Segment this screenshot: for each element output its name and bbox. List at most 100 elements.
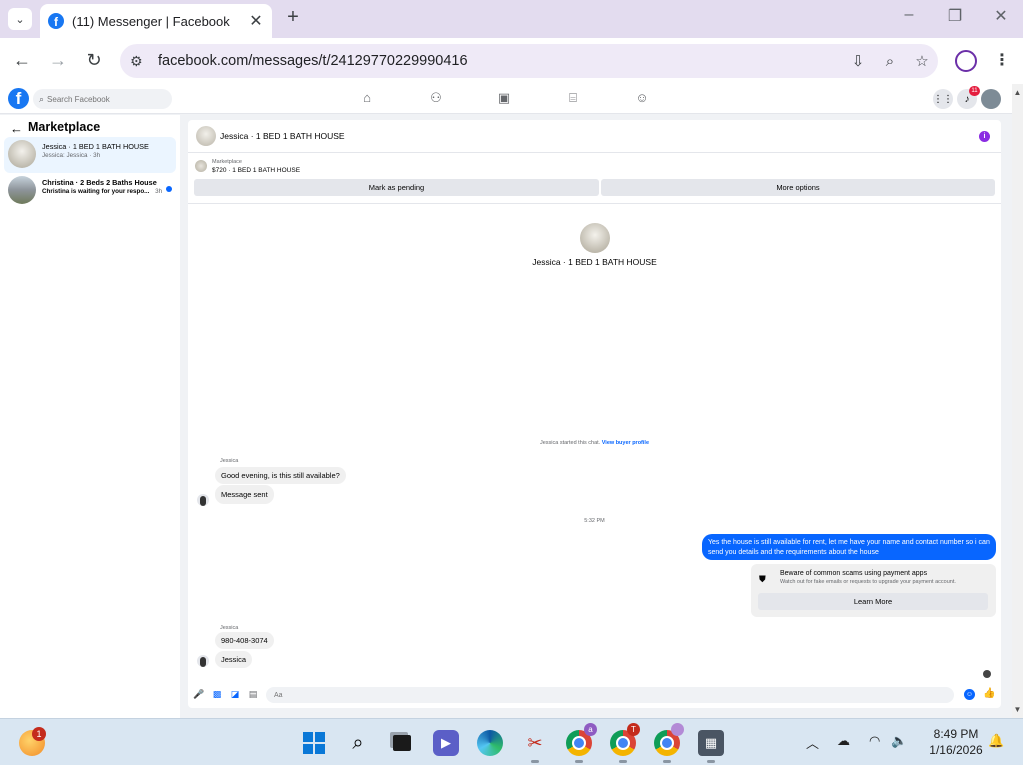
chrome-profile-badge (671, 723, 684, 736)
running-indicator (663, 760, 671, 763)
browser-toolbar: ← → ↻ ⚙ facebook.com/messages/t/24129770… (0, 38, 1023, 84)
scam-warning-card: ⛊ Beware of common scams using payment a… (751, 564, 996, 617)
zoom-icon[interactable]: ⌕ (874, 53, 906, 70)
url-text[interactable]: facebook.com/messages/t/2412977022999041… (158, 53, 842, 69)
chrome-profile-badge: T (627, 723, 640, 736)
scroll-down-icon[interactable]: ▼ (1012, 705, 1023, 714)
address-bar[interactable]: ⚙ facebook.com/messages/t/24129770229990… (120, 44, 938, 78)
restore-icon[interactable]: ❐ (942, 6, 968, 26)
conversation-name: Christina · 2 Beds 2 Baths House (42, 178, 157, 187)
scroll-up-icon[interactable]: ▲ (1012, 88, 1023, 97)
reload-icon[interactable]: ↻ (82, 50, 106, 71)
snipping-tool-icon[interactable]: ✂ (522, 730, 548, 756)
marketplace-icon[interactable]: ⌸ (564, 90, 582, 106)
gif-icon[interactable]: ▤ (247, 689, 259, 700)
clock-date[interactable]: 1/16/2026 (921, 743, 991, 757)
weather-badge: 1 (32, 727, 46, 741)
listing-source: Marketplace (212, 159, 242, 165)
page-scrollbar[interactable] (1012, 84, 1023, 718)
scam-warning-description: Watch out for fake emails or requests to… (780, 579, 956, 585)
running-indicator (707, 760, 715, 763)
back-arrow-icon[interactable]: ← (10, 50, 34, 71)
conversation-snippet-text: Christina is waiting for your respo... (42, 188, 150, 195)
browser-tab-bar: ⌄ f (11) Messenger | Facebook ✕ + – ❐ ✕ (0, 0, 1023, 38)
wifi-icon[interactable]: ◠ (869, 733, 880, 749)
outgoing-message[interactable]: Yes the house is still available for ren… (702, 534, 996, 560)
back-arrow-icon[interactable]: ← (10, 121, 23, 136)
search-icon[interactable]: ⌕ (345, 730, 371, 756)
mark-as-pending-button[interactable]: Mark as pending (194, 179, 599, 196)
windows-start-icon[interactable] (301, 730, 327, 756)
browser-tab-messenger[interactable]: f (11) Messenger | Facebook ✕ (40, 4, 272, 38)
thumbs-up-icon[interactable]: 👍 (983, 688, 995, 699)
conversation-name: Jessica · 1 BED 1 BATH HOUSE (42, 142, 149, 151)
facebook-search[interactable]: ⌕ (33, 89, 172, 109)
running-indicator (619, 760, 627, 763)
search-icon: ⌕ (39, 93, 45, 104)
conversation-item-jessica[interactable]: Jessica · 1 BED 1 BATH HOUSE Jessica: Je… (4, 137, 176, 173)
clock-time[interactable]: 8:49 PM (921, 727, 991, 741)
incoming-message[interactable]: Good evening, is this still available? (215, 467, 346, 484)
chat-title[interactable]: Jessica · 1 BED 1 BATH HOUSE (220, 131, 345, 141)
home-icon[interactable]: ⌂ (358, 90, 376, 105)
friends-icon[interactable]: ⚇ (427, 90, 445, 106)
install-app-icon[interactable]: ⇩ (842, 52, 874, 70)
photo-icon[interactable]: ▩ (211, 689, 223, 700)
sender-avatar (197, 655, 209, 667)
edge-icon[interactable] (477, 730, 503, 756)
conversation-item-christina[interactable]: Christina · 2 Beds 2 Baths House Christi… (4, 173, 176, 209)
chat-avatar[interactable] (196, 126, 216, 146)
new-tab-button[interactable]: + (282, 6, 304, 29)
sender-avatar (197, 494, 209, 506)
message-sender: Jessica (220, 458, 239, 464)
calculator-icon[interactable]: ▦ (698, 730, 724, 756)
listing-avatar (8, 140, 36, 168)
more-options-button[interactable]: More options (601, 179, 995, 196)
conversation-snippet: Jessica: Jessica · 3h (42, 152, 101, 159)
tab-search-dropdown-icon[interactable]: ⌄ (8, 8, 32, 30)
microphone-icon[interactable]: 🎤 (193, 689, 205, 700)
incoming-message[interactable]: Message sent (215, 485, 274, 504)
account-avatar[interactable] (981, 89, 1001, 109)
minimize-icon[interactable]: – (896, 6, 922, 24)
groups-icon[interactable]: ☺ (633, 90, 651, 105)
message-composer: 🎤 ▩ ◪ ▤ ☺ 👍 (188, 685, 1001, 707)
listing-thumbnail[interactable] (195, 160, 207, 172)
learn-more-button[interactable]: Learn More (758, 593, 988, 610)
incoming-message[interactable]: 980-408-3074 (215, 632, 274, 649)
chrome-profile-badge: a (584, 723, 597, 736)
menu-grid-icon[interactable]: ⋮⋮ (933, 89, 953, 109)
seen-receipt-avatar (983, 670, 991, 678)
teams-meet-icon[interactable]: ▶ (433, 730, 459, 756)
chat-panel: Jessica · 1 BED 1 BATH HOUSE i Marketpla… (188, 120, 1001, 708)
tray-chevron-up-icon[interactable]: ︿ (806, 733, 819, 752)
facebook-search-input[interactable] (47, 94, 158, 104)
site-info-icon[interactable]: ⚙ (130, 53, 150, 70)
notification-count-badge: 11 (969, 86, 980, 96)
tab-close-icon[interactable]: ✕ (248, 11, 264, 31)
bookmark-star-icon[interactable]: ☆ (906, 52, 938, 70)
sticker-icon[interactable]: ◪ (229, 689, 241, 700)
window-close-icon[interactable]: ✕ (988, 6, 1014, 26)
conversation-info-icon[interactable]: i (979, 131, 990, 142)
emoji-icon[interactable]: ☺ (964, 689, 975, 700)
facebook-logo-icon[interactable]: f (8, 88, 29, 109)
listing-price-title[interactable]: $720 · 1 BED 1 BATH HOUSE (212, 167, 300, 174)
view-buyer-profile-link[interactable]: View buyer profile (602, 440, 649, 446)
conversation-time: 3h (155, 188, 163, 195)
browser-profile-icon[interactable] (955, 50, 977, 72)
incoming-message[interactable]: Jessica (215, 651, 253, 668)
volume-icon[interactable]: 🔈 (891, 733, 907, 749)
notification-bell-icon[interactable]: 🔔 (988, 733, 1004, 749)
chat-started-text: Jessica started this chat. (539, 440, 601, 446)
scam-warning-title: Beware of common scams using payment app… (780, 570, 928, 577)
running-indicator (531, 760, 539, 763)
task-view-icon[interactable] (389, 730, 415, 756)
message-input[interactable] (266, 687, 954, 703)
onedrive-offline-icon[interactable]: ☁ (837, 733, 850, 749)
video-icon[interactable]: ▣ (495, 90, 513, 106)
tab-title: (11) Messenger | Facebook (72, 13, 230, 29)
browser-menu-icon[interactable]: ⋮ (994, 50, 1010, 70)
marketplace-sidebar: ← Marketplace Jessica · 1 BED 1 BATH HOU… (0, 115, 180, 718)
forward-arrow-icon[interactable]: → (46, 50, 70, 71)
